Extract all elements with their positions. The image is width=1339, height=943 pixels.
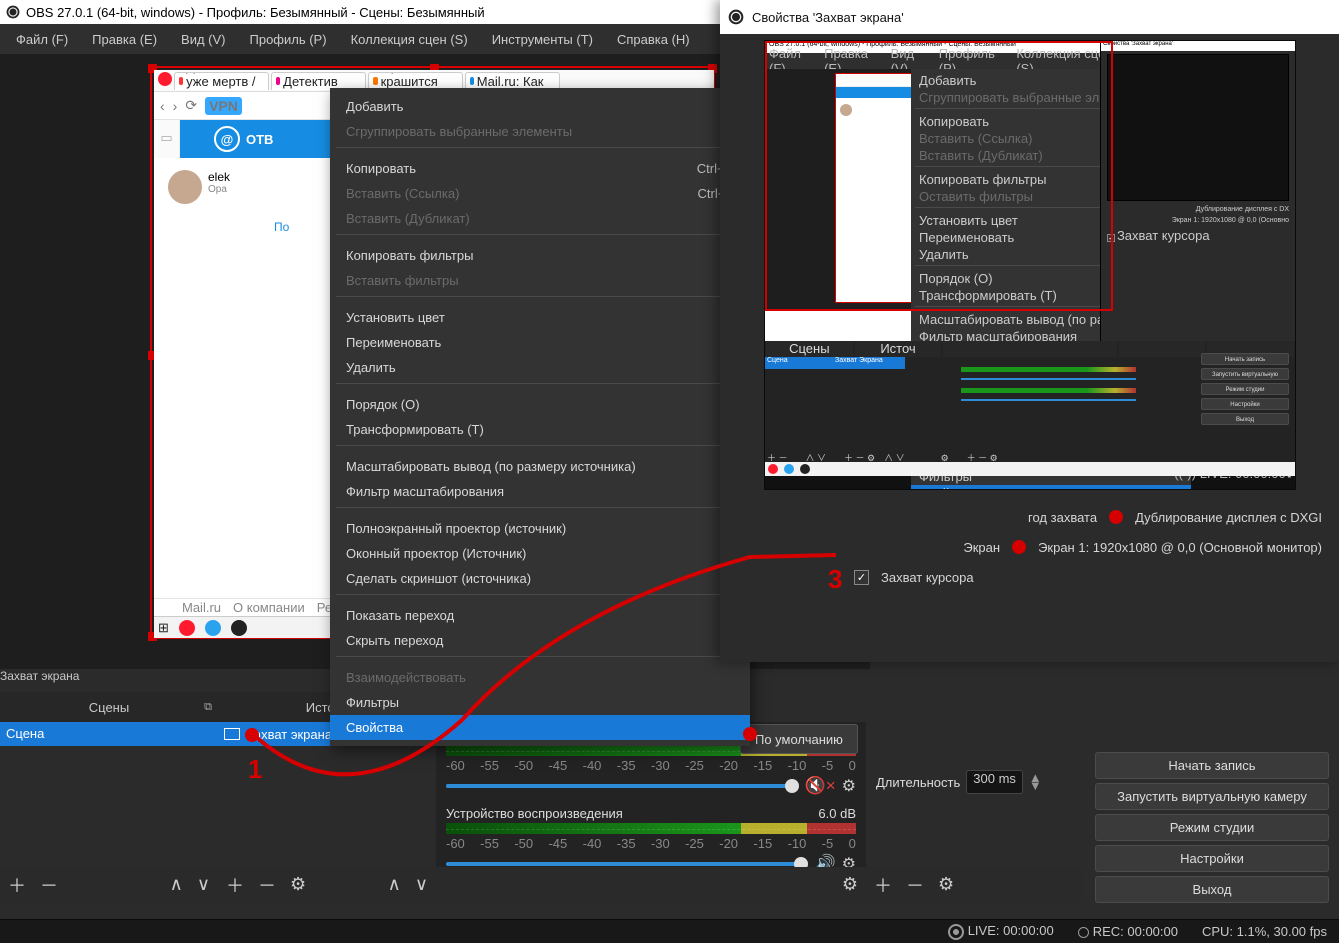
ctx-rename[interactable]: Переименовать xyxy=(330,330,750,355)
mixer-actions: ⚙ xyxy=(436,867,866,903)
marker-1-label: 1 xyxy=(248,754,262,785)
menu-help[interactable]: Справка (H) xyxy=(605,26,702,53)
ctx-paste-dup: Вставить (Дубликат) xyxy=(330,206,750,231)
ctx-properties[interactable]: Свойства xyxy=(330,715,750,740)
obs-icon xyxy=(6,5,20,19)
sources-actions: ＋ － ⚙ ∧ ∨ xyxy=(218,867,436,903)
menu-tools[interactable]: Инструменты (T) xyxy=(480,26,605,53)
controls-panel: Начать запись Запустить виртуальную каме… xyxy=(1095,752,1329,903)
obs-icon xyxy=(728,9,744,25)
ctx-window-projector[interactable]: Оконный проектор (Источник) xyxy=(330,541,750,566)
transition-default-button[interactable]: По умолчанию xyxy=(740,724,858,754)
settings-button[interactable]: Настройки xyxy=(1095,845,1329,872)
ctx-properties-marker xyxy=(743,727,757,741)
properties-preview: OBS 27.0.1 (64-bit, windows) - Профиль: … xyxy=(764,40,1296,490)
screen-value[interactable]: Экран 1: 1920x1080 @ 0,0 (Основной монит… xyxy=(1038,540,1322,555)
mic-mute-icon[interactable]: 🔇× xyxy=(805,776,836,796)
ctx-transform[interactable]: Трансформировать (T) xyxy=(330,417,750,442)
ctx-group: Сгруппировать выбранные элементы xyxy=(330,119,750,144)
duration-label: Длительность xyxy=(876,775,960,790)
ctx-paste-filters: Вставить фильтры xyxy=(330,268,750,293)
method-value[interactable]: Дублирование дисплея с DXGI xyxy=(1135,510,1322,525)
scene-down-icon[interactable]: ∨ xyxy=(197,874,210,896)
source-marker xyxy=(245,728,259,742)
mic-volume-slider[interactable] xyxy=(446,784,799,788)
device-volume-slider[interactable] xyxy=(446,862,808,866)
ctx-paste-ref: Вставить (Ссылка)Ctrl+V xyxy=(330,181,750,206)
screen-label: Экран xyxy=(963,540,1000,555)
avatar xyxy=(168,170,202,204)
mixer-db-label: 6.0 dB xyxy=(818,806,856,821)
menu-profile[interactable]: Профиль (P) xyxy=(238,26,339,53)
scene-up-icon[interactable]: ∧ xyxy=(170,874,183,896)
ctx-add[interactable]: Добавить xyxy=(330,94,750,119)
start-recording-button[interactable]: Начать запись xyxy=(1095,752,1329,779)
capture-header-label: Захват экрана xyxy=(0,669,218,689)
ctx-fullscreen-projector[interactable]: Полноэкранный проектор (источник) xyxy=(330,516,750,541)
opera-icon xyxy=(158,72,172,86)
mixer-gear-icon[interactable]: ⚙ xyxy=(842,874,858,896)
cursor-checkbox[interactable]: ✓ xyxy=(854,570,869,585)
screen-marker xyxy=(1012,540,1026,554)
menu-file[interactable]: Файл (F) xyxy=(4,26,80,53)
ctx-copy[interactable]: КопироватьCtrl+C xyxy=(330,156,750,181)
virtual-cam-button[interactable]: Запустить виртуальную камеру xyxy=(1095,783,1329,810)
ctx-scale-output[interactable]: Масштабировать вывод (по размеру источни… xyxy=(330,454,750,479)
studio-mode-button[interactable]: Режим студии xyxy=(1095,814,1329,841)
marker-3-label: 3 xyxy=(828,564,842,595)
add-transition-icon[interactable]: ＋ xyxy=(874,872,892,898)
duration-stepper[interactable]: ▲▼ xyxy=(1029,774,1042,790)
add-scene-icon[interactable]: ＋ xyxy=(8,872,26,898)
status-bar: LIVE: 00:00:00 REC: 00:00:00 CPU: 1.1%, … xyxy=(0,919,1339,943)
popout-icon[interactable]: ⧉ xyxy=(204,701,212,714)
source-context-menu: Добавить Сгруппировать выбранные элемент… xyxy=(330,88,750,746)
duration-input[interactable]: 300 ms xyxy=(966,770,1023,794)
ctx-interact: Взаимодействовать xyxy=(330,665,750,690)
ctx-copy-filters[interactable]: Копировать фильтры xyxy=(330,243,750,268)
scenes-actions: ＋ － ∧ ∨ xyxy=(0,867,218,903)
monitor-icon xyxy=(224,728,240,740)
mixer-device-label: Устройство воспроизведения xyxy=(446,806,623,821)
obs-title-text: OBS 27.0.1 (64-bit, windows) - Профиль: … xyxy=(26,5,485,20)
source-down-icon[interactable]: ∨ xyxy=(415,874,428,896)
transitions-actions: ＋ － ⚙ xyxy=(866,867,1082,903)
ctx-color[interactable]: Установить цвет xyxy=(330,305,750,330)
ctx-show-transition[interactable]: Показать переход xyxy=(330,603,750,628)
remove-transition-icon[interactable]: － xyxy=(906,872,924,898)
rec-status: REC: 00:00:00 xyxy=(1078,924,1178,939)
menu-view[interactable]: Вид (V) xyxy=(169,26,237,53)
ctx-screenshot[interactable]: Сделать скриншот (источника) xyxy=(330,566,750,591)
cpu-status: CPU: 1.1%, 30.00 fps xyxy=(1202,924,1327,939)
mic-gear-icon[interactable]: ⚙ xyxy=(842,776,856,796)
method-label: год захвата xyxy=(1028,510,1097,525)
ctx-hide-transition[interactable]: Скрыть переход xyxy=(330,628,750,653)
ctx-order[interactable]: Порядок (O) xyxy=(330,392,750,417)
add-source-icon[interactable]: ＋ xyxy=(226,872,244,898)
scene-row[interactable]: Сцена xyxy=(0,722,218,746)
transition-gear-icon[interactable]: ⚙ xyxy=(938,874,954,896)
ctx-delete[interactable]: Удалить xyxy=(330,355,750,380)
source-gear-icon[interactable]: ⚙ xyxy=(290,874,306,896)
ctx-scale-filter[interactable]: Фильтр масштабирования xyxy=(330,479,750,504)
exit-button[interactable]: Выход xyxy=(1095,876,1329,903)
scenes-panel-header: Сцены⧉ xyxy=(0,692,218,722)
remove-scene-icon[interactable]: － xyxy=(40,872,58,898)
source-up-icon[interactable]: ∧ xyxy=(388,874,401,896)
ctx-filters[interactable]: Фильтры xyxy=(330,690,750,715)
cursor-label: Захват курсора xyxy=(881,570,974,585)
menu-edit[interactable]: Правка (E) xyxy=(80,26,169,53)
transitions-panel: Длительность 300 ms ▲▼ xyxy=(866,722,1082,804)
menu-scenes[interactable]: Коллекция сцен (S) xyxy=(339,26,480,53)
remove-source-icon[interactable]: － xyxy=(258,872,276,898)
method-marker xyxy=(1109,510,1123,524)
properties-window: Свойства 'Захват экрана' OBS 27.0.1 (64-… xyxy=(720,0,1339,662)
properties-titlebar: Свойства 'Захват экрана' xyxy=(720,0,1339,34)
live-status: LIVE: 00:00:00 xyxy=(948,923,1054,940)
